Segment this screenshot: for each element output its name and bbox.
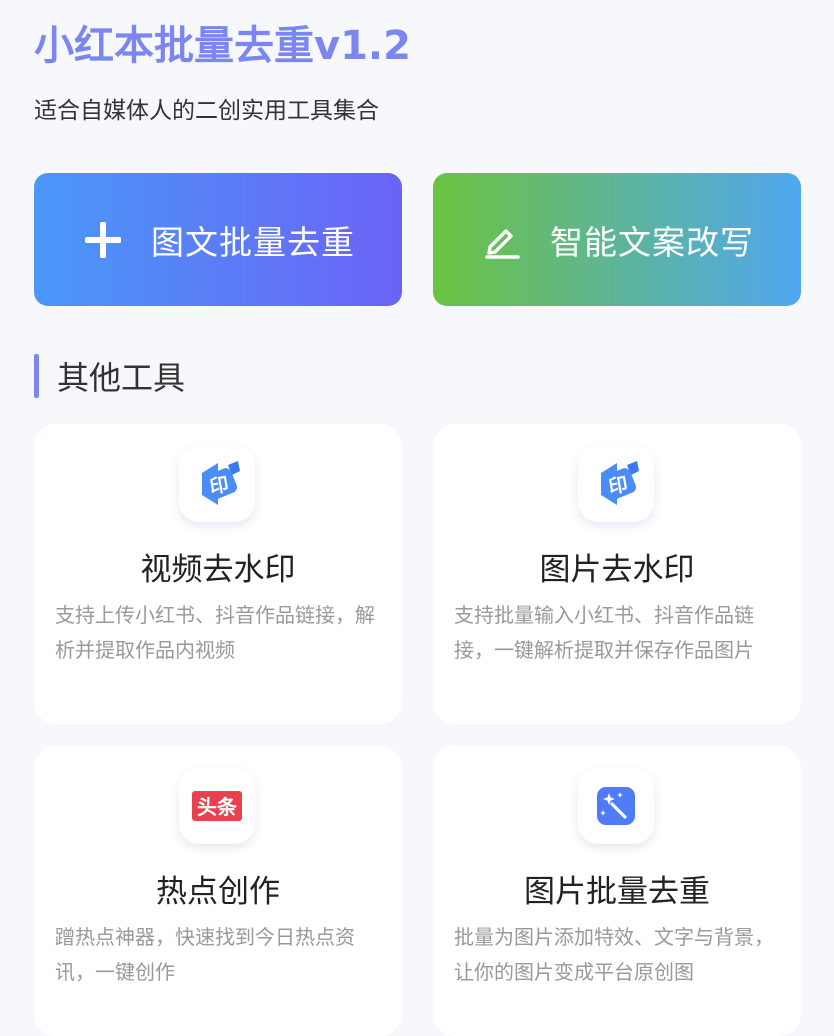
plus-icon [81,218,125,262]
tool-description: 支持上传小红书、抖音作品链接，解析并提取作品内视频 [55,603,375,662]
app-subtitle: 适合自媒体人的二创实用工具集合 [34,98,379,124]
tool-title: 图片去水印 [539,552,695,588]
trending-creation-card[interactable]: 头条 热点创作 蹭热点神器，快速找到今日热点资讯，一键创作 [34,746,402,1036]
batch-dedupe-button[interactable]: 图文批量去重 [34,173,402,306]
tool-description: 批量为图片添加特效、文字与背景，让你的图片变成平台原创图 [454,925,774,984]
tool-title: 图片批量去重 [524,874,710,910]
section-accent-bar [34,354,39,398]
tool-description: 蹭热点神器，快速找到今日热点资讯，一键创作 [55,925,355,984]
image-batch-dedupe-card[interactable]: 图片批量去重 批量为图片添加特效、文字与背景，让你的图片变成平台原创图 [433,746,801,1036]
home-page: 小红本批量去重v1.2 适合自媒体人的二创实用工具集合 图文批量去重 智能文案改… [0,0,834,1036]
edit-pen-icon [480,218,524,262]
app-title: 小红本批量去重v1.2 [34,23,411,69]
tool-title: 视频去水印 [140,552,296,588]
watermark-icon: 印 [179,446,255,522]
copy-rewrite-label: 智能文案改写 [550,222,754,262]
batch-dedupe-label: 图文批量去重 [151,222,355,262]
toutiao-icon: 头条 [179,768,255,844]
svg-text:印: 印 [208,474,231,499]
video-watermark-removal-card[interactable]: 印 视频去水印 支持上传小红书、抖音作品链接，解析并提取作品内视频 [34,424,402,724]
watermark-icon: 印 [578,446,654,522]
section-title: 其他工具 [57,359,186,397]
other-tools-section-header: 其他工具 [34,352,185,400]
tool-title: 热点创作 [156,874,280,910]
copy-rewrite-button[interactable]: 智能文案改写 [433,173,801,306]
svg-text:印: 印 [607,474,630,499]
toutiao-icon-text: 头条 [197,795,238,819]
image-watermark-removal-card[interactable]: 印 图片去水印 支持批量输入小红书、抖音作品链接，一键解析提取并保存作品图片 [433,424,801,724]
tool-description: 支持批量输入小红书、抖音作品链接，一键解析提取并保存作品图片 [454,603,754,662]
magic-wand-icon [578,768,654,844]
